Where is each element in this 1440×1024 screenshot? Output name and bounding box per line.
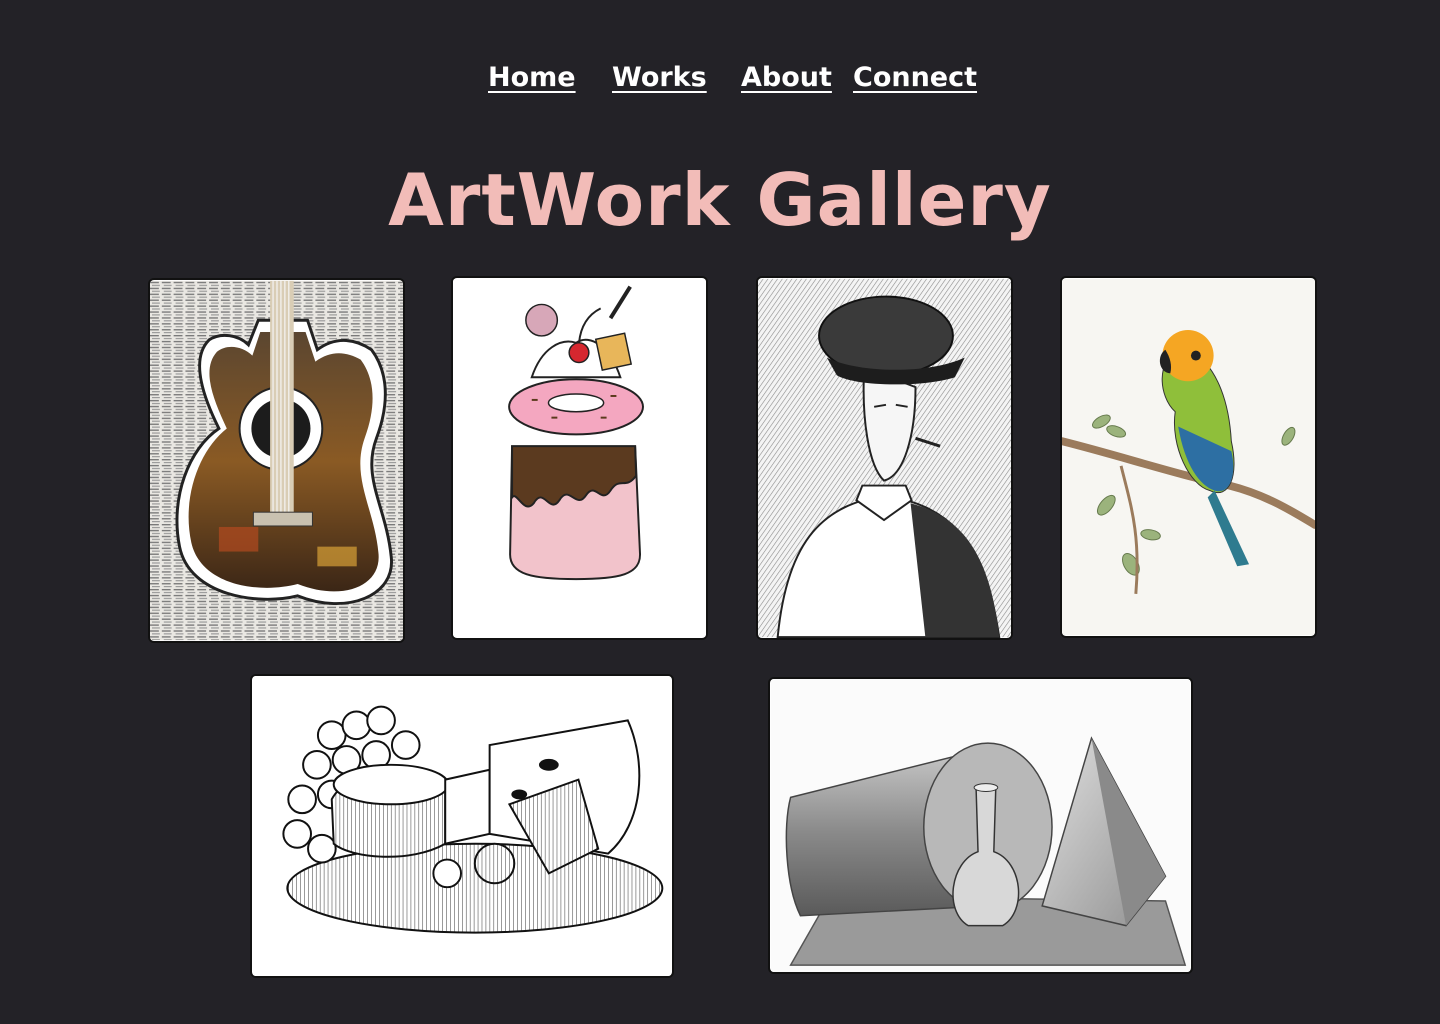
flat-cap-portrait-image [758,278,1011,638]
geometric-still-life-image [770,679,1191,972]
nav-link-connect[interactable]: Connect [853,58,977,98]
parrot-image [1062,278,1315,636]
artwork-flat-cap-portrait[interactable] [756,276,1013,640]
nav-link-works[interactable]: Works [612,58,707,98]
cheese-still-life-image [252,676,672,976]
nav-link-about[interactable]: About [741,58,832,98]
artwork-cheese-still-life[interactable] [250,674,674,978]
guitar-collage-image [150,280,403,641]
freakshake-image [453,278,706,638]
artwork-geometric-still-life[interactable] [768,677,1193,974]
artwork-parrot[interactable] [1060,276,1317,638]
artwork-guitar-collage[interactable] [148,278,405,643]
nav-link-home[interactable]: Home [488,58,576,98]
page-title: ArtWork Gallery [388,158,1052,242]
artwork-freakshake-jar[interactable] [451,276,708,640]
main-nav: Home Works About Connect [0,58,1440,102]
